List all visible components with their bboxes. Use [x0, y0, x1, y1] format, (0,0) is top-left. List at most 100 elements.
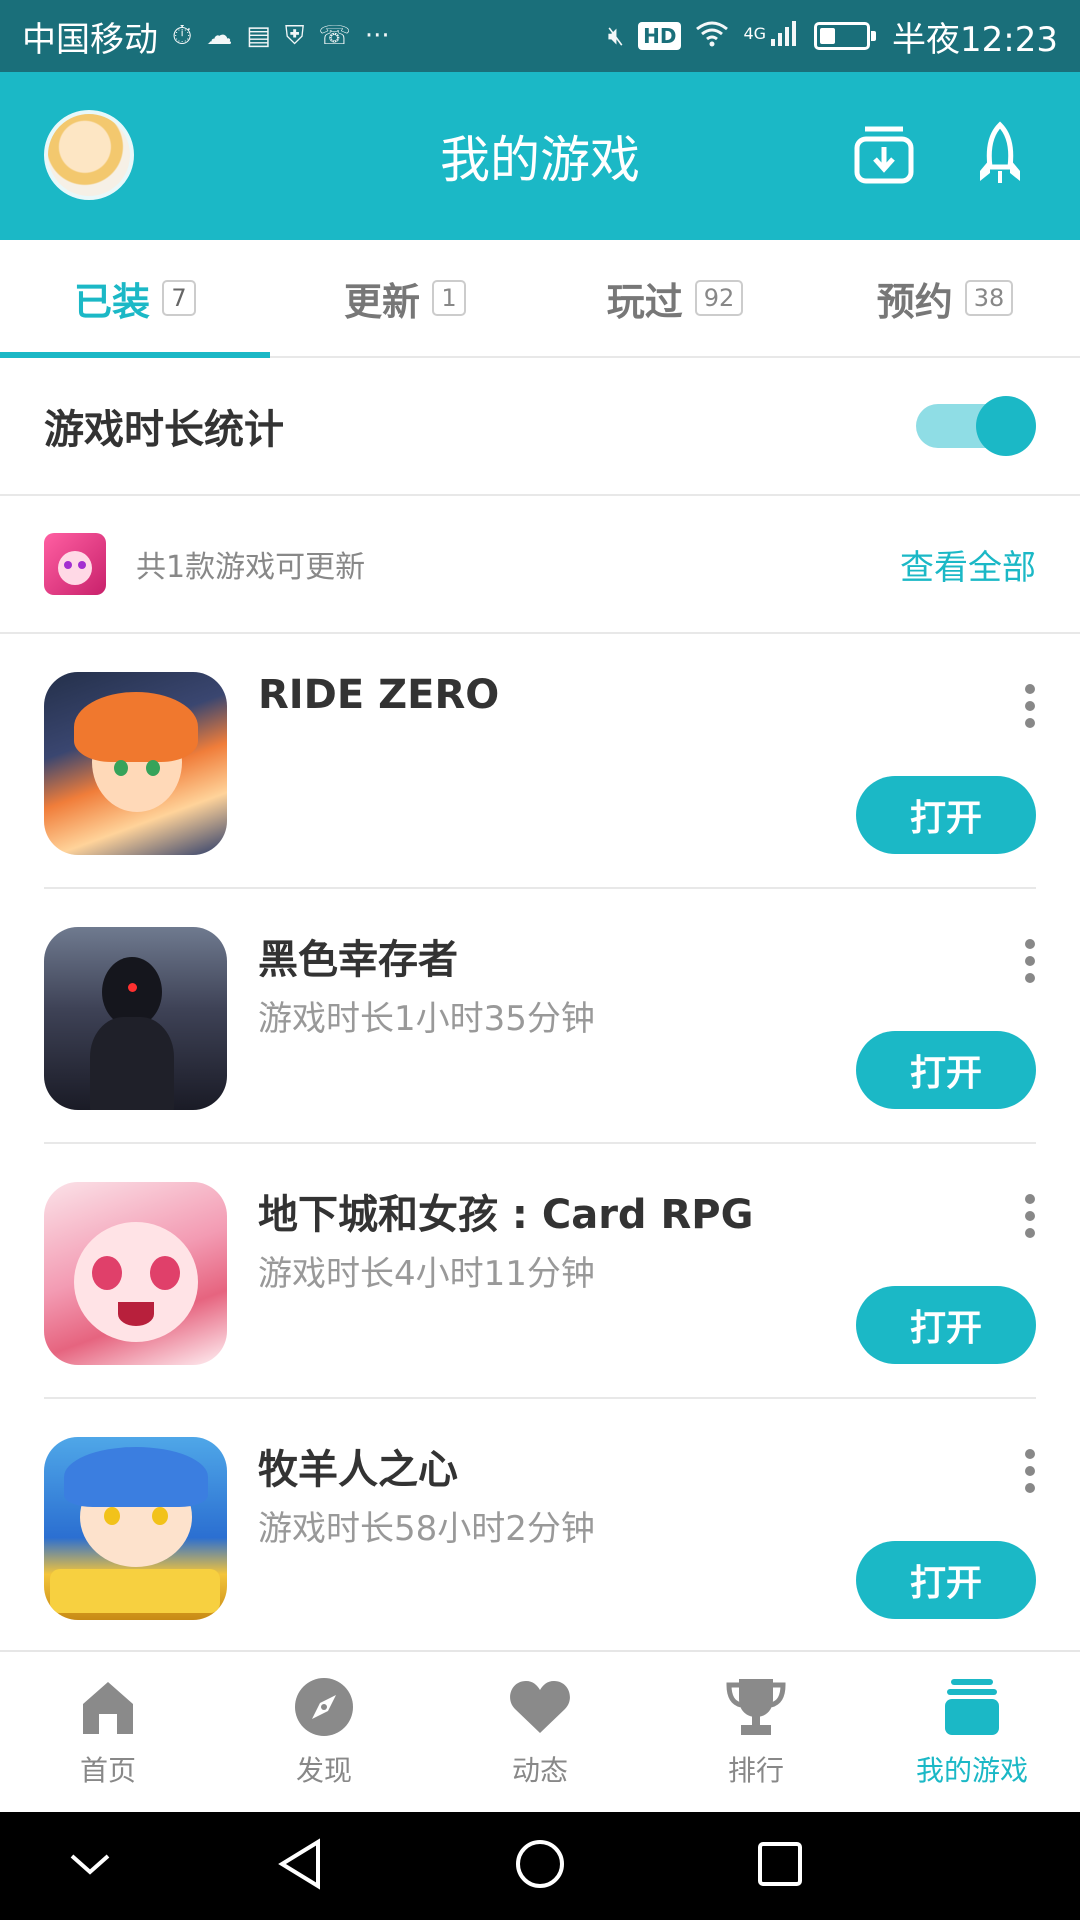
game-playtime: 游戏时长1小时35分钟	[258, 999, 595, 1039]
game-stack-icon	[940, 1675, 1004, 1739]
more-options-button[interactable]	[1024, 939, 1036, 983]
tab-count-badge: 38	[964, 280, 1014, 316]
sd-card-icon: ▤	[246, 21, 271, 51]
mute-icon: 🔇︎	[607, 20, 625, 51]
open-game-button[interactable]: 打开	[856, 1541, 1036, 1619]
nav-label: 我的游戏	[915, 1754, 1028, 1787]
game-icon[interactable]	[44, 1182, 227, 1365]
network-type-label: 4G	[743, 23, 767, 43]
home-circle-icon	[514, 1838, 566, 1894]
open-game-button[interactable]: 打开	[856, 1031, 1036, 1109]
nav-ranking[interactable]: 排行	[648, 1652, 864, 1812]
view-all-link[interactable]: 查看全部	[900, 540, 1036, 589]
nav-label: 发现	[295, 1754, 352, 1787]
chat-bell-icon: ☏	[318, 21, 351, 51]
game-title: 牧羊人之心	[258, 1447, 458, 1493]
game-icon[interactable]	[44, 672, 227, 855]
speed-up-button[interactable]	[964, 120, 1036, 192]
more-icon	[1025, 684, 1035, 694]
nav-label: 动态	[511, 1754, 568, 1787]
game-playtime: 游戏时长4小时11分钟	[258, 1254, 595, 1294]
battery-icon	[814, 22, 877, 50]
list-item[interactable]: 地下城和女孩 : Card RPG 游戏时长4小时11分钟 打开	[44, 1144, 1036, 1399]
more-options-button[interactable]	[1024, 684, 1036, 728]
nav-home[interactable]: 首页	[0, 1652, 216, 1812]
download-icon	[853, 123, 915, 189]
list-item[interactable]: 牧羊人之心 游戏时长58小时2分钟 打开	[44, 1399, 1036, 1654]
update-notice-row[interactable]: 共1款游戏可更新 查看全部	[0, 496, 1080, 634]
list-item[interactable]: RIDE ZERO 打开	[44, 634, 1036, 889]
game-tabs: 已装 7 更新 1 玩过 92 预约 38	[0, 240, 1080, 358]
game-icon[interactable]	[44, 1437, 227, 1620]
more-icon	[1025, 1449, 1035, 1459]
more-options-button[interactable]	[1024, 1449, 1036, 1493]
tab-installed[interactable]: 已装 7	[0, 240, 270, 358]
toggle-knob	[976, 396, 1036, 456]
nav-label: 排行	[727, 1754, 784, 1787]
carrier-label: 中国移动	[22, 19, 158, 60]
user-avatar[interactable]	[44, 110, 134, 200]
hide-navbar-button[interactable]	[62, 1838, 118, 1894]
recents-square-icon	[756, 1840, 804, 1892]
shield-icon: ⛨	[284, 20, 305, 51]
playtime-stats-row: 游戏时长统计	[0, 358, 1080, 496]
open-game-button[interactable]: 打开	[856, 1286, 1036, 1364]
hd-badge: HD	[638, 22, 682, 50]
rocket-icon	[976, 121, 1024, 191]
cloud-icon: ☁	[206, 21, 233, 51]
nav-discover[interactable]: 发现	[216, 1652, 432, 1812]
tab-updates[interactable]: 更新 1	[270, 240, 540, 356]
home-icon	[76, 1675, 140, 1739]
system-navigation-bar	[0, 1812, 1080, 1920]
back-triangle-icon	[276, 1838, 324, 1894]
tab-count-badge: 7	[162, 280, 196, 316]
more-icon-dot	[1025, 701, 1035, 711]
tab-label: 玩过	[606, 279, 683, 324]
compass-icon	[292, 1675, 356, 1739]
heart-icon	[508, 1675, 572, 1739]
recents-button[interactable]	[752, 1838, 808, 1894]
game-title: RIDE ZERO	[258, 672, 500, 718]
list-item[interactable]: 黑色幸存者 游戏时长1小时35分钟 打开	[44, 889, 1036, 1144]
update-game-thumbnail	[44, 533, 106, 595]
tab-count-badge: 92	[694, 280, 744, 316]
tab-count-badge: 1	[432, 280, 466, 316]
playtime-stats-toggle[interactable]	[916, 396, 1036, 456]
open-game-button[interactable]: 打开	[856, 776, 1036, 854]
tab-reserved[interactable]: 预约 38	[810, 240, 1080, 356]
clock-label: 半夜12:23	[892, 19, 1058, 60]
more-icon-dot	[1025, 1211, 1035, 1221]
download-manager-button[interactable]	[848, 120, 920, 192]
wifi-icon	[695, 19, 729, 54]
nav-my-games[interactable]: 我的游戏	[864, 1652, 1080, 1812]
game-icon[interactable]	[44, 927, 227, 1110]
status-bar: 中国移动 ⏱ ☁ ▤ ⛨ ☏ ··· 🔇︎ HD 4G 半夜12:23	[0, 0, 1080, 72]
update-notice-text: 共1款游戏可更新	[136, 550, 366, 585]
more-icon-dot	[1025, 973, 1035, 983]
home-button[interactable]	[512, 1838, 568, 1894]
back-button[interactable]	[272, 1838, 328, 1894]
more-icon-dot	[1025, 718, 1035, 728]
timer-icon: ⏱	[172, 20, 193, 51]
game-playtime: 游戏时长58小时2分钟	[258, 1509, 595, 1549]
trophy-icon	[724, 1675, 788, 1739]
more-icon	[1025, 1194, 1035, 1204]
more-icon-dot	[1025, 1466, 1035, 1476]
app-header: 我的游戏	[0, 72, 1080, 240]
chevron-down-icon	[68, 1850, 112, 1882]
tab-label: 已装	[73, 279, 150, 324]
nav-feed[interactable]: 动态	[432, 1652, 648, 1812]
nav-label: 首页	[79, 1754, 136, 1787]
tab-played[interactable]: 玩过 92	[540, 240, 810, 356]
more-icon-dot	[1025, 1228, 1035, 1238]
installed-games-list: RIDE ZERO 打开 黑色幸存者 游戏时长1小时35分钟 打开 地下城和女孩…	[0, 634, 1080, 1654]
tab-label: 更新	[343, 279, 420, 324]
more-options-button[interactable]	[1024, 1194, 1036, 1238]
playtime-stats-label: 游戏时长统计	[44, 407, 284, 453]
more-icon	[1025, 939, 1035, 949]
more-notifications-icon: ···	[364, 21, 390, 51]
game-title: 黑色幸存者	[258, 937, 458, 983]
signal-icon	[770, 19, 800, 54]
game-title: 地下城和女孩 : Card RPG	[258, 1192, 754, 1238]
bottom-navigation: 首页 发现 动态 排行 我的游戏	[0, 1650, 1080, 1812]
